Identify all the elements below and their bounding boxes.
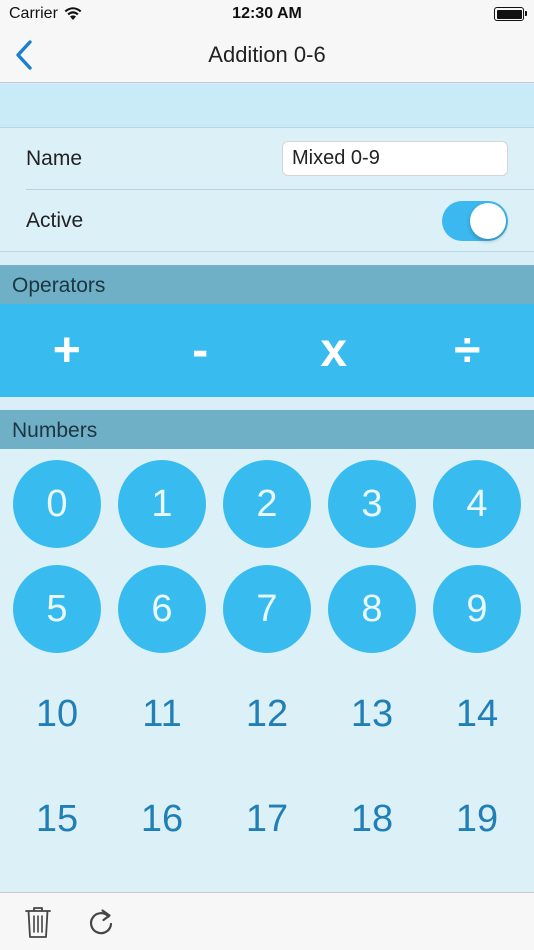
numbers-header: Numbers <box>0 410 534 449</box>
number-button[interactable]: 7 <box>223 565 311 653</box>
number-button[interactable]: 3 <box>328 460 416 548</box>
number-button[interactable]: 12 <box>223 670 311 758</box>
operator-plus-button[interactable]: + <box>0 304 134 397</box>
navigation-bar: Addition 0-6 <box>0 28 534 83</box>
number-button[interactable]: 8 <box>328 565 416 653</box>
refresh-button[interactable] <box>87 907 115 937</box>
number-button[interactable]: 13 <box>328 670 416 758</box>
operators-header: Operators <box>0 265 534 304</box>
number-button[interactable]: 1 <box>118 460 206 548</box>
number-button[interactable]: 17 <box>223 775 311 863</box>
name-row: Name <box>26 128 534 190</box>
number-button[interactable]: 2 <box>223 460 311 548</box>
operator-multiply-button[interactable]: x <box>267 304 401 397</box>
status-bar: Carrier 12:30 AM <box>0 0 534 28</box>
name-input[interactable] <box>282 141 508 176</box>
active-row: Active <box>26 190 534 252</box>
number-button[interactable]: 14 <box>433 670 521 758</box>
trash-icon <box>25 907 51 938</box>
name-label: Name <box>26 147 83 170</box>
operators-row: + - x ÷ <box>0 304 534 397</box>
number-button[interactable]: 16 <box>118 775 206 863</box>
top-band <box>0 84 534 128</box>
number-button[interactable]: 0 <box>13 460 101 548</box>
number-button[interactable]: 18 <box>328 775 416 863</box>
status-time: 12:30 AM <box>232 5 302 22</box>
number-button[interactable]: 9 <box>433 565 521 653</box>
page-title: Addition 0-6 <box>208 42 326 67</box>
number-button[interactable]: 11 <box>118 670 206 758</box>
settings-form: Name Active <box>0 128 534 252</box>
number-button[interactable]: 6 <box>118 565 206 653</box>
number-button[interactable]: 5 <box>13 565 101 653</box>
number-button[interactable]: 4 <box>433 460 521 548</box>
operator-minus-button[interactable]: - <box>134 304 268 397</box>
battery-icon <box>494 7 527 21</box>
toggle-knob <box>470 203 506 239</box>
delete-button[interactable] <box>24 905 52 939</box>
refresh-icon <box>89 909 113 935</box>
number-button[interactable]: 10 <box>13 670 101 758</box>
number-button[interactable]: 19 <box>433 775 521 863</box>
bottom-toolbar <box>0 892 534 950</box>
numbers-grid: 0 1 2 3 4 5 6 7 8 9 10 11 12 13 14 15 16… <box>0 449 534 892</box>
operator-divide-button[interactable]: ÷ <box>401 304 534 397</box>
active-label: Active <box>26 209 84 232</box>
active-toggle[interactable] <box>442 201 508 241</box>
number-button[interactable]: 15 <box>13 775 101 863</box>
